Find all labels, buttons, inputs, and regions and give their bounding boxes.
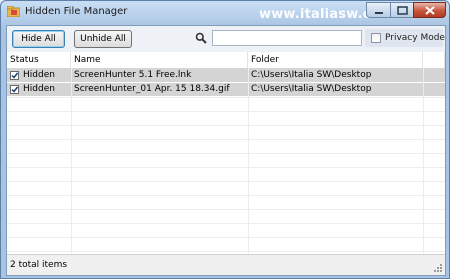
app-window: Hidden File Manager www.italiasw.com Hid… xyxy=(0,0,450,279)
column-header-filler xyxy=(423,52,445,68)
table-row[interactable]: Hidden ScreenHunter 5.1 Free.lnk C:\User… xyxy=(7,69,445,83)
client-area: Hide All Unhide All Privacy Mode Status … xyxy=(6,25,446,276)
grid-line xyxy=(7,195,445,196)
close-button[interactable] xyxy=(413,2,446,18)
status-cell: Hidden xyxy=(7,69,71,82)
status-bar: 2 total items xyxy=(7,254,445,275)
status-text: Hidden xyxy=(23,84,55,94)
grid-line xyxy=(7,139,445,140)
grid-line xyxy=(7,97,445,98)
grid-line xyxy=(7,181,445,182)
grid-line xyxy=(7,153,445,154)
grid-line xyxy=(7,223,445,224)
grid-column-line xyxy=(423,68,424,254)
folder-cell: C:\Users\Italia SW\Desktop xyxy=(251,70,372,80)
close-icon xyxy=(425,6,435,15)
resize-grip-icon[interactable] xyxy=(433,263,443,273)
title-bar[interactable]: Hidden File Manager www.italiasw.com xyxy=(1,1,449,25)
folder-cell: C:\Users\Italia SW\Desktop xyxy=(251,84,372,94)
search-input[interactable] xyxy=(212,30,362,46)
check-icon xyxy=(11,72,18,79)
column-header-folder[interactable]: Folder xyxy=(248,52,423,68)
name-cell: ScreenHunter_01 Apr. 15 18.34.gif xyxy=(74,84,230,94)
grid-line xyxy=(7,167,445,168)
total-items-label: 2 total items xyxy=(10,260,68,270)
privacy-mode-toggle[interactable]: Privacy Mode xyxy=(365,29,445,47)
grid-line xyxy=(7,209,445,210)
check-icon xyxy=(11,86,18,93)
status-text: Hidden xyxy=(23,70,55,80)
grid-line xyxy=(7,125,445,126)
files-table: Status Name Folder Hidden ScreenHunter 5… xyxy=(7,52,445,254)
grid-column-line xyxy=(71,68,72,254)
column-header-status[interactable]: Status xyxy=(7,52,71,68)
minimize-icon xyxy=(375,12,383,14)
hidden-checkbox[interactable] xyxy=(10,85,19,94)
grid-column-line xyxy=(248,68,249,254)
hide-all-button[interactable]: Hide All xyxy=(12,30,65,48)
maximize-button[interactable] xyxy=(390,2,414,18)
toolbar: Hide All Unhide All Privacy Mode xyxy=(7,26,445,52)
hidden-checkbox[interactable] xyxy=(10,71,19,80)
privacy-mode-checkbox[interactable] xyxy=(371,33,381,43)
folder-icon xyxy=(7,6,20,17)
column-header-name[interactable]: Name xyxy=(71,52,248,68)
status-cell: Hidden xyxy=(7,83,71,96)
table-header: Status Name Folder xyxy=(7,52,445,69)
window-title: Hidden File Manager xyxy=(25,6,128,17)
privacy-mode-label: Privacy Mode xyxy=(385,33,445,43)
table-row[interactable]: Hidden ScreenHunter_01 Apr. 15 18.34.gif… xyxy=(7,83,445,97)
maximize-icon xyxy=(397,6,408,15)
search-icon xyxy=(195,32,207,44)
minimize-button[interactable] xyxy=(366,2,391,18)
grid-line xyxy=(7,237,445,238)
grid-line xyxy=(7,251,445,252)
grid-line xyxy=(7,111,445,112)
unhide-all-button[interactable]: Unhide All xyxy=(74,30,132,48)
name-cell: ScreenHunter 5.1 Free.lnk xyxy=(74,70,192,80)
